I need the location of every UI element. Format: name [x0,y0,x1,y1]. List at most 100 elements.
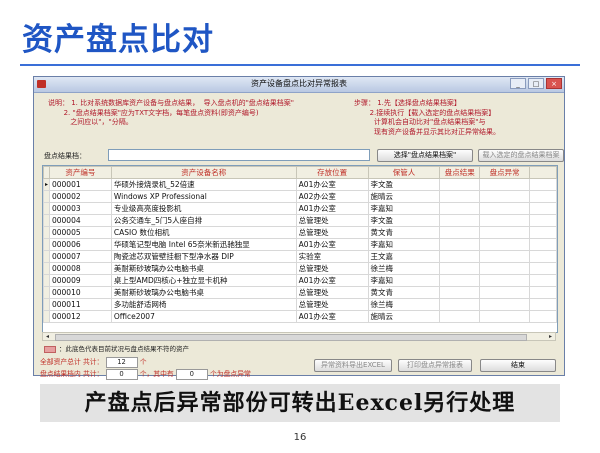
cell-keeper[interactable]: 李嘉知 [367,238,441,251]
cell-result[interactable] [439,202,481,215]
column-header-abnormal[interactable]: 盘点异常 [479,166,531,179]
cell-asset-id[interactable]: 000006 [48,238,112,251]
cell-result[interactable] [439,286,481,299]
cell-asset-name[interactable]: 专业级高亮度投影机 [110,202,297,215]
column-header-location[interactable]: 存放位置 [295,166,369,179]
cell-asset-name[interactable]: 华硕笔记型电脑 Intel 65奈米新迅驰独显 [110,238,297,251]
horizontal-scrollbar[interactable]: ◂ ▸ [42,332,556,341]
cell-keeper[interactable]: 施晴云 [367,310,441,323]
cell-abnormal[interactable] [479,310,531,323]
table-row[interactable]: ▸ 000001 华硕外接烧录机_52倍速 A01办公室 李文盈 [43,178,557,191]
column-header-keeper[interactable]: 保管人 [367,166,441,179]
cell-abnormal[interactable] [479,250,531,263]
cell-asset-id[interactable]: 000010 [48,286,112,299]
cell-location[interactable]: A01办公室 [295,178,369,191]
cell-asset-id[interactable]: 000005 [48,226,112,239]
print-report-button[interactable]: 打印盘点异常报表 [398,359,472,372]
cell-result[interactable] [439,226,481,239]
cell-asset-id[interactable]: 000009 [48,274,112,287]
table-row[interactable]: 000002 Windows XP Professional A02办公室 施晴云 [43,190,557,203]
cell-keeper[interactable]: 黄文青 [367,226,441,239]
close-button[interactable]: 结束 [480,359,556,372]
table-row[interactable]: 000011 多功能舒适网椅 总管理处 徐兰梅 [43,298,557,311]
cell-keeper[interactable]: 李嘉知 [367,202,441,215]
cell-asset-name[interactable]: 美耐斯砂玻璃办公电脑书桌 [110,286,297,299]
cell-asset-id[interactable]: 000008 [48,262,112,275]
cell-abnormal[interactable] [479,226,531,239]
cell-asset-id[interactable]: 000002 [48,190,112,203]
cell-abnormal[interactable] [479,178,531,191]
cell-location[interactable]: A01办公室 [295,202,369,215]
cell-result[interactable] [439,214,481,227]
scrollbar-thumb[interactable] [55,334,527,341]
table-row[interactable]: 000010 美耐斯砂玻璃办公电脑书桌 总管理处 黄文青 [43,286,557,299]
cell-keeper[interactable]: 徐兰梅 [367,262,441,275]
cell-keeper[interactable]: 李文盈 [367,214,441,227]
cell-asset-name[interactable]: CASIO 数位相机 [110,226,297,239]
cell-asset-id[interactable]: 000001 [48,178,112,191]
cell-location[interactable]: A01办公室 [295,238,369,251]
cell-abnormal[interactable] [479,286,531,299]
cell-result[interactable] [439,250,481,263]
load-result-file-button[interactable]: 载入选定的盘点结果档案 [478,149,564,162]
cell-location[interactable]: 总管理处 [295,286,369,299]
column-header-result[interactable]: 盘点结果 [439,166,481,179]
export-excel-button[interactable]: 异常资料导出EXCEL [314,359,392,372]
cell-result[interactable] [439,238,481,251]
cell-result[interactable] [439,262,481,275]
close-window-button[interactable]: × [546,78,562,89]
scroll-right-icon[interactable]: ▸ [546,333,555,340]
maximize-button[interactable]: □ [528,78,544,89]
cell-asset-name[interactable]: 华硕外接烧录机_52倍速 [110,178,297,191]
cell-asset-id[interactable]: 000012 [48,310,112,323]
cell-keeper[interactable]: 王文嘉 [367,250,441,263]
table-row[interactable]: 000003 专业级高亮度投影机 A01办公室 李嘉知 [43,202,557,215]
cell-keeper[interactable]: 李文盈 [367,178,441,191]
cell-result[interactable] [439,190,481,203]
cell-asset-name[interactable]: Office2007 [110,310,297,323]
window-titlebar[interactable]: 资产设备盘点比对异常报表 _ □ × [34,77,564,93]
cell-abnormal[interactable] [479,274,531,287]
cell-abnormal[interactable] [479,202,531,215]
cell-location[interactable]: A02办公室 [295,190,369,203]
cell-location[interactable]: 总管理处 [295,214,369,227]
cell-location[interactable]: A01办公室 [295,310,369,323]
cell-abnormal[interactable] [479,262,531,275]
table-row[interactable]: 000005 CASIO 数位相机 总管理处 黄文青 [43,226,557,239]
scroll-left-icon[interactable]: ◂ [43,333,52,340]
result-file-input[interactable] [108,149,370,161]
select-result-file-button[interactable]: 选择"盘点结果档案" [377,149,473,162]
cell-asset-id[interactable]: 000003 [48,202,112,215]
column-header-asset-name[interactable]: 资产设备名称 [110,166,297,179]
cell-abnormal[interactable] [479,298,531,311]
cell-location[interactable]: 实验室 [295,250,369,263]
minimize-button[interactable]: _ [510,78,526,89]
cell-asset-name[interactable]: 美耐斯砂玻璃办公电脑书桌 [110,262,297,275]
cell-keeper[interactable]: 李嘉知 [367,274,441,287]
cell-location[interactable]: 总管理处 [295,226,369,239]
cell-result[interactable] [439,310,481,323]
cell-keeper[interactable]: 徐兰梅 [367,298,441,311]
table-row[interactable]: 000008 美耐斯砂玻璃办公电脑书桌 总管理处 徐兰梅 [43,262,557,275]
cell-asset-name[interactable]: 桌上型AMD四核心+独立显卡机种 [110,274,297,287]
cell-asset-id[interactable]: 000004 [48,214,112,227]
table-row[interactable]: 000009 桌上型AMD四核心+独立显卡机种 A01办公室 李嘉知 [43,274,557,287]
table-row[interactable]: 000007 陶瓷滤芯双管壁挂橱下型净水器 DIP 实验室 王文嘉 [43,250,557,263]
cell-asset-id[interactable]: 000007 [48,250,112,263]
cell-location[interactable]: 总管理处 [295,262,369,275]
table-row[interactable]: 000004 公务交通车_5门5人座自排 总管理处 李文盈 [43,214,557,227]
cell-abnormal[interactable] [479,190,531,203]
cell-location[interactable]: A01办公室 [295,274,369,287]
cell-keeper[interactable]: 黄文青 [367,286,441,299]
cell-asset-name[interactable]: 陶瓷滤芯双管壁挂橱下型净水器 DIP [110,250,297,263]
cell-keeper[interactable]: 施晴云 [367,190,441,203]
cell-abnormal[interactable] [479,214,531,227]
cell-location[interactable]: 总管理处 [295,298,369,311]
cell-asset-name[interactable]: Windows XP Professional [110,190,297,203]
cell-asset-id[interactable]: 000011 [48,298,112,311]
cell-abnormal[interactable] [479,238,531,251]
cell-result[interactable] [439,298,481,311]
cell-asset-name[interactable]: 公务交通车_5门5人座自排 [110,214,297,227]
table-row[interactable]: 000012 Office2007 A01办公室 施晴云 [43,310,557,323]
cell-asset-name[interactable]: 多功能舒适网椅 [110,298,297,311]
